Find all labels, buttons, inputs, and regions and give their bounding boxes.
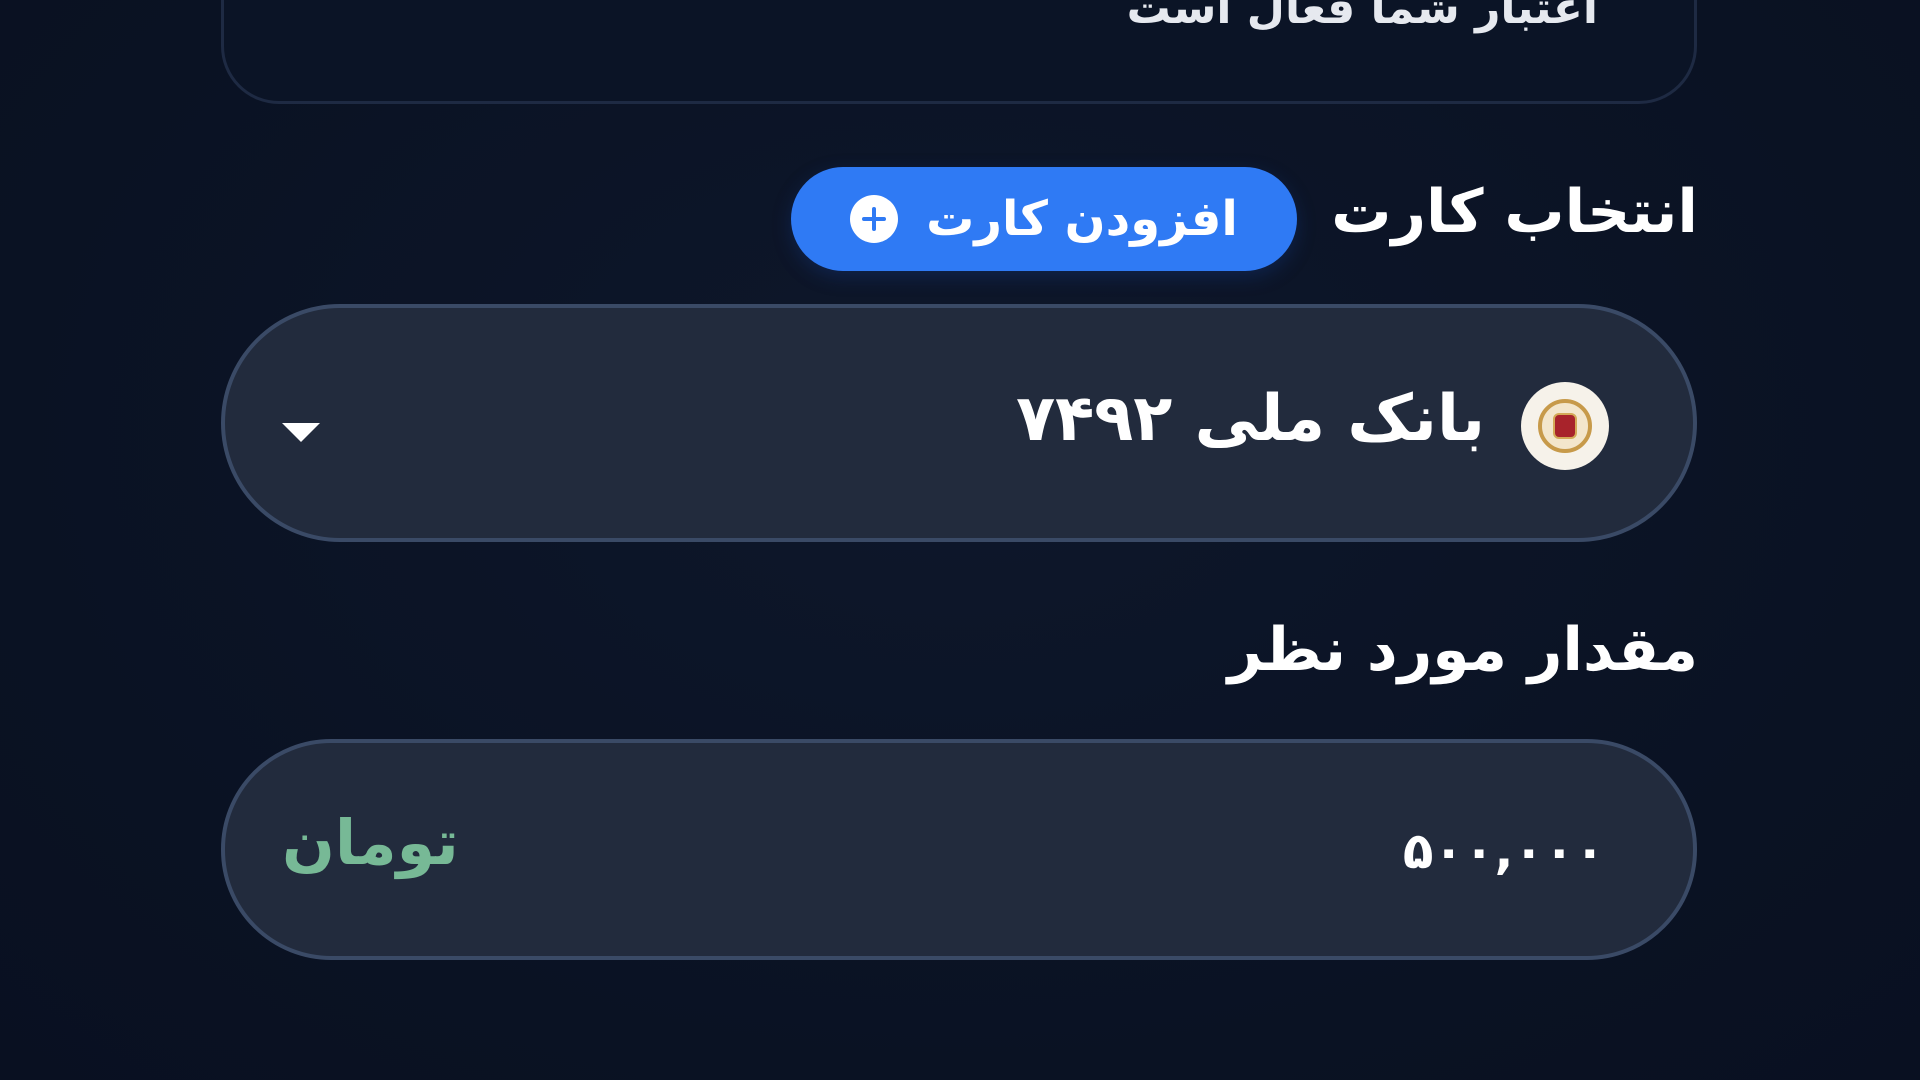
chevron-down-icon[interactable] <box>282 423 320 442</box>
add-card-label: افزودن کارت <box>926 191 1238 247</box>
amount-section-title: مقدار مورد نظر <box>1227 615 1698 685</box>
top-card-text: اعتبار شما فعال است <box>1126 0 1598 34</box>
plus-icon <box>850 195 899 243</box>
amount-input[interactable] <box>1045 813 1605 889</box>
card-section-title: انتخاب کارت <box>1331 177 1698 247</box>
add-card-button[interactable]: افزودن کارت <box>791 167 1297 271</box>
top-info-card: اعتبار شما فعال است <box>221 0 1697 104</box>
amount-field[interactable]: تومان <box>221 739 1697 960</box>
currency-label: تومان <box>282 806 459 879</box>
payment-form-page: اعتبار شما فعال است انتخاب کارت افزودن ک… <box>0 0 1920 1080</box>
bank-melli-logo-icon <box>1521 382 1609 470</box>
selected-card-label: بانک ملی ۷۴۹۲ <box>1016 382 1485 456</box>
card-select-dropdown[interactable]: بانک ملی ۷۴۹۲ <box>221 304 1697 542</box>
